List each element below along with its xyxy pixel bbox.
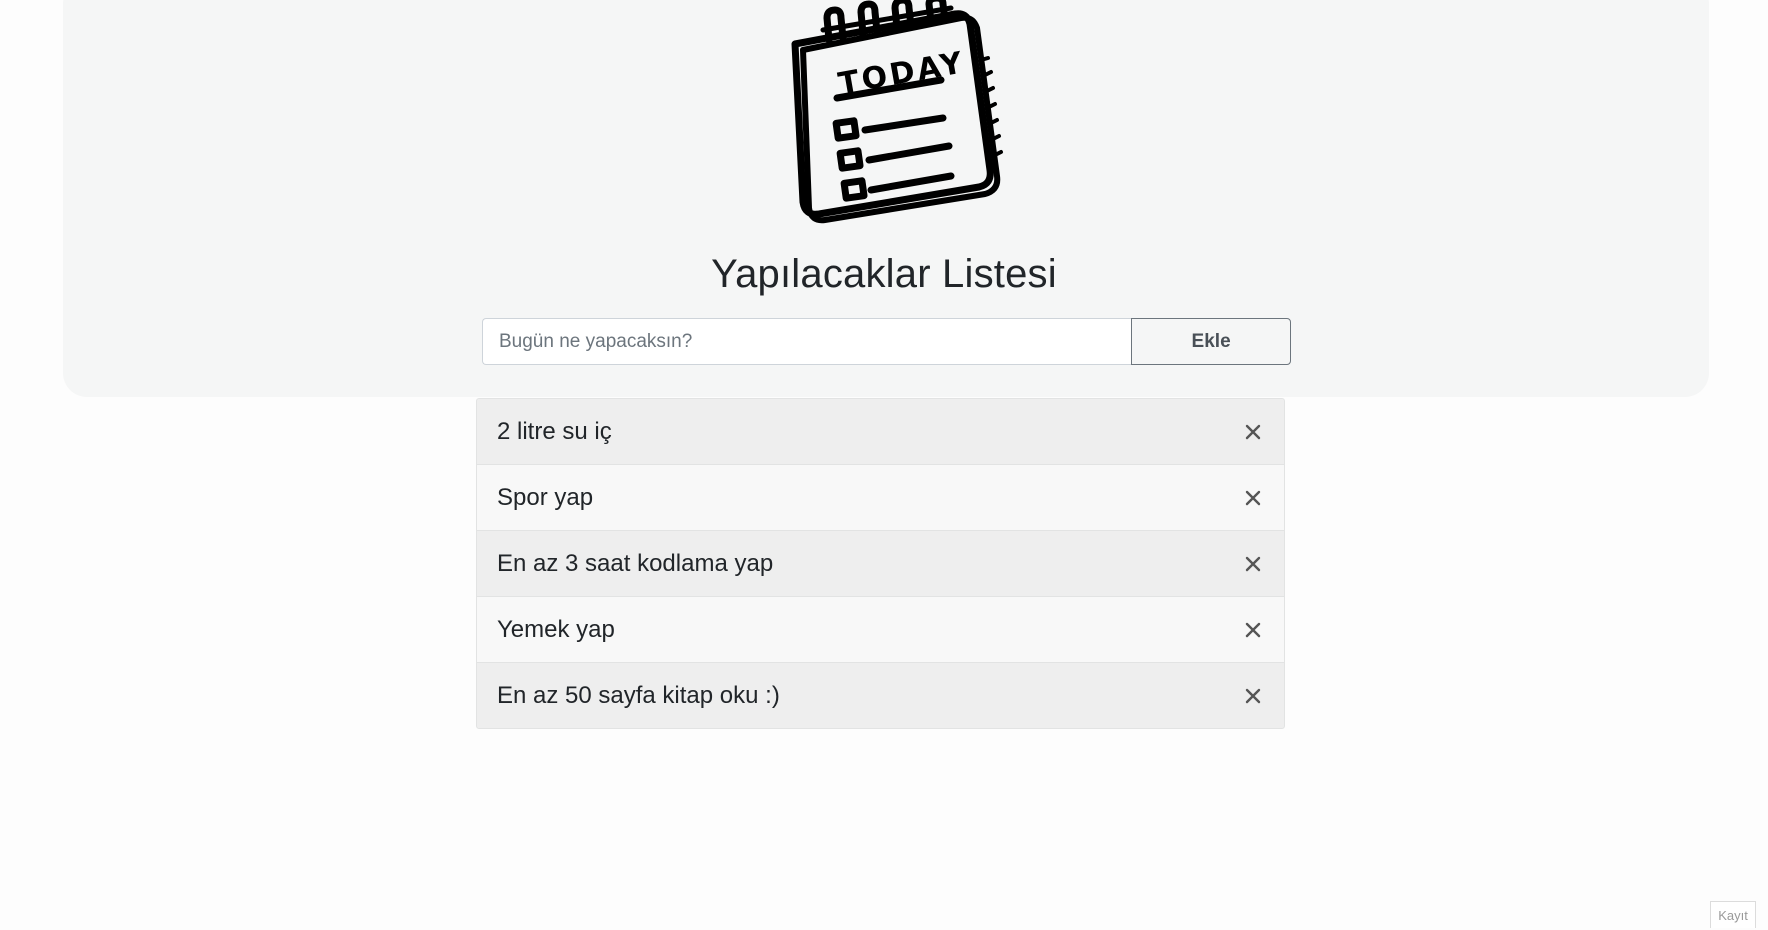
record-badge[interactable]: Kayıt [1710, 901, 1756, 928]
close-icon[interactable] [1242, 685, 1264, 707]
page-title: Yapılacaklar Listesi [711, 252, 1057, 296]
task-input[interactable] [482, 318, 1132, 365]
list-item[interactable]: Yemek yap [476, 596, 1285, 663]
list-item[interactable]: 2 litre su iç [476, 398, 1285, 465]
close-icon[interactable] [1242, 421, 1264, 443]
list-item[interactable]: En az 3 saat kodlama yap [476, 530, 1285, 597]
task-text: En az 50 sayfa kitap oku :) [497, 681, 780, 709]
close-icon[interactable] [1242, 619, 1264, 641]
list-item[interactable]: Spor yap [476, 464, 1285, 531]
task-text: Spor yap [497, 483, 594, 511]
close-icon[interactable] [1242, 487, 1264, 509]
task-text: En az 3 saat kodlama yap [497, 549, 774, 577]
task-text: Yemek yap [497, 615, 615, 643]
add-task-form: Ekle [482, 318, 1291, 365]
logo-text: TODAY [836, 45, 968, 102]
list-item[interactable]: En az 50 sayfa kitap oku :) [476, 662, 1285, 729]
notepad-icon: TODAY [791, 0, 1003, 224]
close-icon[interactable] [1242, 553, 1264, 575]
add-button[interactable]: Ekle [1131, 318, 1291, 365]
task-list: 2 litre su iç Spor yap En az 3 saat kodl… [476, 398, 1285, 729]
task-text: 2 litre su iç [497, 417, 612, 445]
